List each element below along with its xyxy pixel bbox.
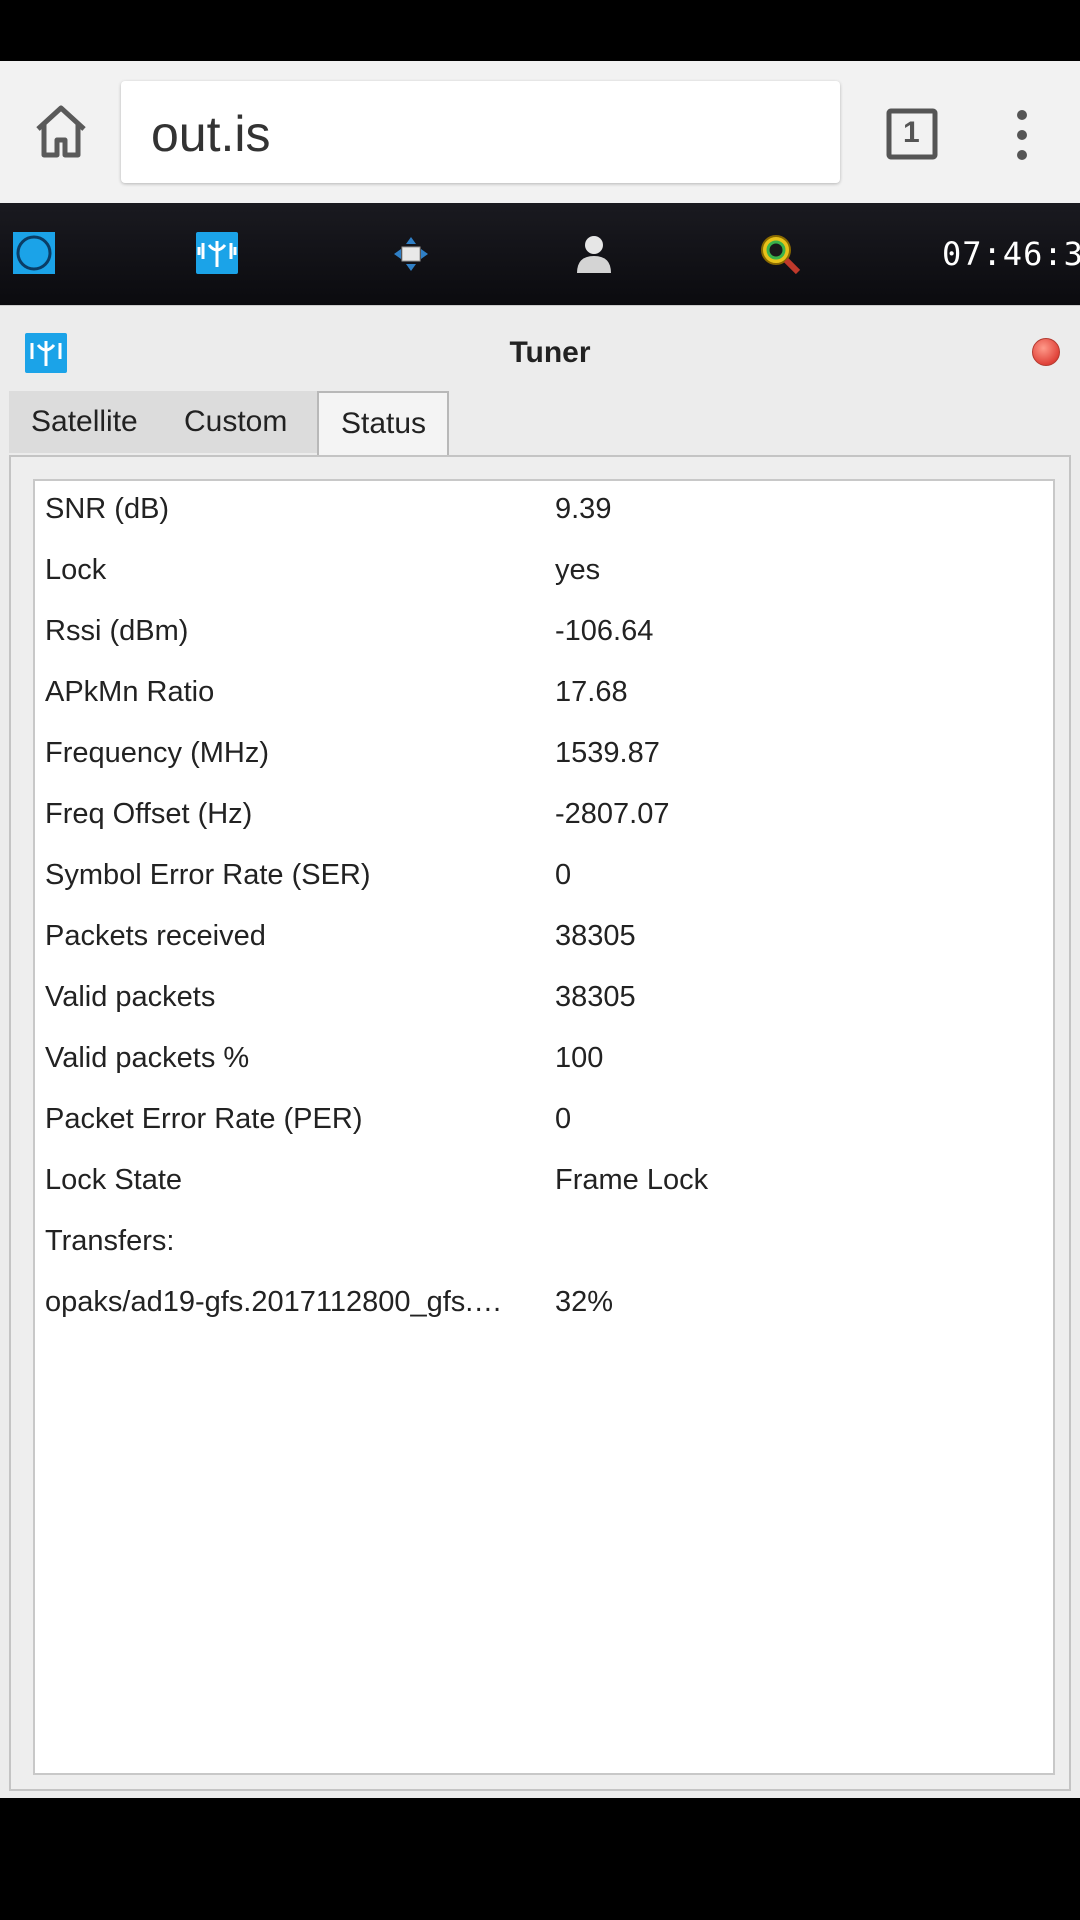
status-key: Freq Offset (Hz) xyxy=(45,798,253,830)
status-key: Packets received xyxy=(45,920,266,952)
status-value: -106.64 xyxy=(555,615,654,647)
status-key: Symbol Error Rate (SER) xyxy=(45,859,371,891)
clock: 07:46:38 xyxy=(942,235,1080,273)
status-value: 0 xyxy=(555,859,572,891)
tab-content: SNR (dB) 9.39 Lock yes Rssi (dBm) -106.64 A… xyxy=(9,455,1071,1791)
search-icon[interactable] xyxy=(756,231,802,277)
status-row: Symbol Error Rate (SER) 0 xyxy=(35,859,1053,899)
status-row: APkMn Ratio 17.68 xyxy=(35,676,1053,716)
tab-custom[interactable]: Custom xyxy=(162,391,317,453)
transfer-row: opaks/ad19-gfs.2017112800_gfs.… 32% xyxy=(35,1286,1053,1326)
address-bar[interactable]: out.is xyxy=(121,81,840,183)
settings-icon[interactable] xyxy=(388,231,434,277)
system-status-bar xyxy=(0,0,1080,61)
status-key: Valid packets % xyxy=(45,1042,250,1074)
app-taskbar: 07:46:38 xyxy=(0,203,1080,305)
status-key: Packet Error Rate (PER) xyxy=(45,1103,363,1135)
transfer-filename: opaks/ad19-gfs.2017112800_gfs.… xyxy=(45,1286,503,1318)
status-row: Transfers: xyxy=(35,1225,1053,1265)
tab-switcher-button[interactable]: 1 xyxy=(883,105,943,165)
status-key: APkMn Ratio xyxy=(45,676,215,708)
close-button[interactable] xyxy=(1032,338,1060,366)
overflow-menu-button[interactable] xyxy=(1000,105,1044,165)
status-value: 38305 xyxy=(555,981,636,1013)
status-row: Packets received 38305 xyxy=(35,920,1053,960)
status-key: Lock xyxy=(45,554,107,586)
status-row: Valid packets % 100 xyxy=(35,1042,1053,1082)
status-value: 9.39 xyxy=(555,493,612,525)
globe-icon[interactable] xyxy=(12,231,58,277)
tab-label: Status xyxy=(341,407,427,440)
status-value: -2807.07 xyxy=(555,798,670,830)
tab-status[interactable]: Status xyxy=(317,391,449,457)
tab-count: 1 xyxy=(903,116,920,149)
status-row: Packet Error Rate (PER) 0 xyxy=(35,1103,1053,1143)
status-key: Frequency (MHz) xyxy=(45,737,269,769)
status-row: Rssi (dBm) -106.64 xyxy=(35,615,1053,655)
user-icon[interactable] xyxy=(572,231,618,277)
window-title: Tuner xyxy=(509,336,591,369)
tab-label: Satellite xyxy=(31,405,138,438)
status-key: Transfers: xyxy=(45,1225,175,1257)
status-value: 1539.87 xyxy=(555,737,660,769)
url-text: out.is xyxy=(151,106,271,162)
transfer-progress: 32% xyxy=(555,1286,614,1318)
status-value: 100 xyxy=(555,1042,604,1074)
status-row: Lock yes xyxy=(35,554,1053,594)
status-key: Lock State xyxy=(45,1164,183,1196)
status-key: Valid packets xyxy=(45,981,216,1013)
status-value: 38305 xyxy=(555,920,636,952)
status-value: Frame Lock xyxy=(555,1164,709,1196)
status-row: Lock State Frame Lock xyxy=(35,1164,1053,1204)
status-key: SNR (dB) xyxy=(45,493,170,525)
status-value: 0 xyxy=(555,1103,572,1135)
tuner-window: Tuner Satellite Custom Status SNR (dB) 9.… xyxy=(0,305,1080,1799)
browser-toolbar: out.is 1 xyxy=(0,61,1080,203)
home-button[interactable] xyxy=(28,99,94,165)
status-value: yes xyxy=(555,554,601,586)
status-row: SNR (dB) 9.39 xyxy=(35,493,1053,533)
status-key: Rssi (dBm) xyxy=(45,615,189,647)
tab-satellite[interactable]: Satellite xyxy=(9,391,162,453)
status-panel: SNR (dB) 9.39 Lock yes Rssi (dBm) -106.64 A… xyxy=(33,479,1055,1775)
status-row: Frequency (MHz) 1539.87 xyxy=(35,737,1053,777)
status-row: Valid packets 38305 xyxy=(35,981,1053,1021)
status-row: Freq Offset (Hz) -2807.07 xyxy=(35,798,1053,838)
tab-label: Custom xyxy=(184,405,288,438)
system-navigation-bar xyxy=(0,1798,1080,1920)
home-icon xyxy=(36,105,86,158)
more-vertical-icon xyxy=(1017,110,1027,160)
status-value: 17.68 xyxy=(555,676,628,708)
tuner-icon[interactable] xyxy=(195,231,241,277)
